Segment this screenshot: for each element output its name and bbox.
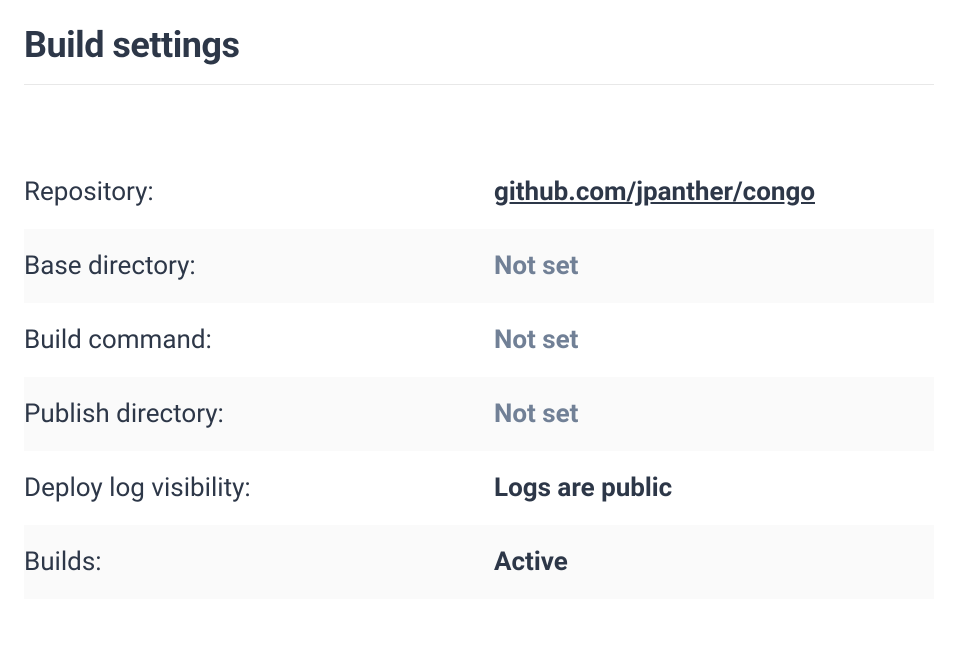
- settings-value-build-command: Not set: [494, 325, 934, 355]
- settings-row-publish-directory: Publish directory: Not set: [24, 377, 934, 451]
- settings-label-base-directory: Base directory:: [24, 251, 494, 281]
- settings-value-publish-directory: Not set: [494, 399, 934, 429]
- section-divider: [24, 84, 934, 85]
- page-title: Build settings: [24, 24, 934, 66]
- settings-label-builds: Builds:: [24, 547, 494, 577]
- settings-value-repository: github.com/jpanther/congo: [494, 177, 934, 207]
- settings-label-build-command: Build command:: [24, 325, 494, 355]
- settings-label-publish-directory: Publish directory:: [24, 399, 494, 429]
- settings-row-builds: Builds: Active: [24, 525, 934, 599]
- settings-value-base-directory: Not set: [494, 251, 934, 281]
- repository-link[interactable]: github.com/jpanther/congo: [494, 177, 815, 207]
- settings-row-base-directory: Base directory: Not set: [24, 229, 934, 303]
- settings-row-repository: Repository: github.com/jpanther/congo: [24, 155, 934, 229]
- settings-value-deploy-log-visibility: Logs are public: [494, 473, 934, 503]
- settings-value-builds: Active: [494, 547, 934, 577]
- settings-label-repository: Repository:: [24, 177, 494, 207]
- settings-row-deploy-log-visibility: Deploy log visibility: Logs are public: [24, 451, 934, 525]
- build-settings-list: Repository: github.com/jpanther/congo Ba…: [24, 155, 934, 599]
- settings-label-deploy-log-visibility: Deploy log visibility:: [24, 473, 494, 503]
- settings-row-build-command: Build command: Not set: [24, 303, 934, 377]
